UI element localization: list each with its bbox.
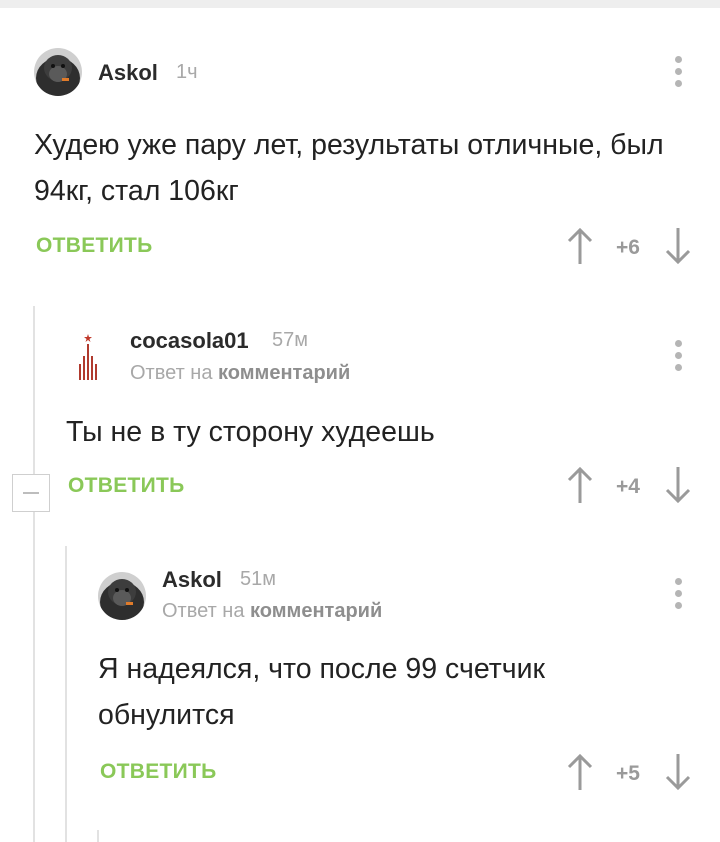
avatar[interactable] [66, 332, 114, 380]
vote-score: +6 [616, 236, 640, 259]
thread-line-level-3 [97, 830, 99, 842]
arrow-up-icon[interactable] [566, 752, 594, 792]
comment-time: 1ч [176, 61, 198, 83]
reply-button[interactable]: ОТВЕТИТЬ [36, 234, 153, 258]
thread-line-level-2 [65, 546, 67, 842]
reply-to-line: Ответ на комментарий [130, 362, 350, 385]
more-vertical-icon[interactable] [668, 338, 688, 374]
arrow-down-icon[interactable] [664, 465, 692, 505]
reply-button[interactable]: ОТВЕТИТЬ [68, 474, 185, 498]
avatar[interactable] [98, 572, 146, 620]
gorilla-avatar-icon [34, 48, 82, 96]
tower-logo-avatar-icon [79, 334, 97, 380]
top-bar [0, 0, 720, 8]
thread-line-level-1 [33, 306, 35, 842]
reply-to-link[interactable]: комментарий [218, 362, 350, 384]
avatar[interactable] [34, 48, 82, 96]
comment-author[interactable]: Askol [98, 60, 158, 86]
reply-button[interactable]: ОТВЕТИТЬ [100, 760, 217, 784]
more-vertical-icon[interactable] [668, 54, 688, 90]
gorilla-avatar-icon [98, 572, 146, 620]
reply-to-line: Ответ на комментарий [162, 600, 382, 623]
comment-time: 51м [240, 568, 276, 590]
reply-to-prefix: Ответ на [130, 362, 213, 384]
vote-score: +4 [616, 475, 640, 498]
vote-score: +5 [616, 762, 640, 785]
comment-text: Худею уже пару лет, результаты отличные,… [34, 129, 664, 207]
comment-author[interactable]: Askol [162, 567, 222, 593]
comment-text: Я надеялся, что после 99 счетчик обнулит… [98, 653, 546, 731]
comment-text: Ты не в ту сторону худеешь [66, 416, 435, 448]
arrow-down-icon[interactable] [664, 752, 692, 792]
comment-time: 57м [272, 329, 308, 351]
arrow-down-icon[interactable] [664, 226, 692, 266]
reply-to-link[interactable]: комментарий [250, 600, 382, 622]
reply-to-prefix: Ответ на [162, 600, 245, 622]
arrow-up-icon[interactable] [566, 465, 594, 505]
collapse-thread-button[interactable] [12, 474, 50, 512]
arrow-up-icon[interactable] [566, 226, 594, 266]
more-vertical-icon[interactable] [668, 576, 688, 612]
comment-author[interactable]: cocasola01 [130, 328, 249, 354]
